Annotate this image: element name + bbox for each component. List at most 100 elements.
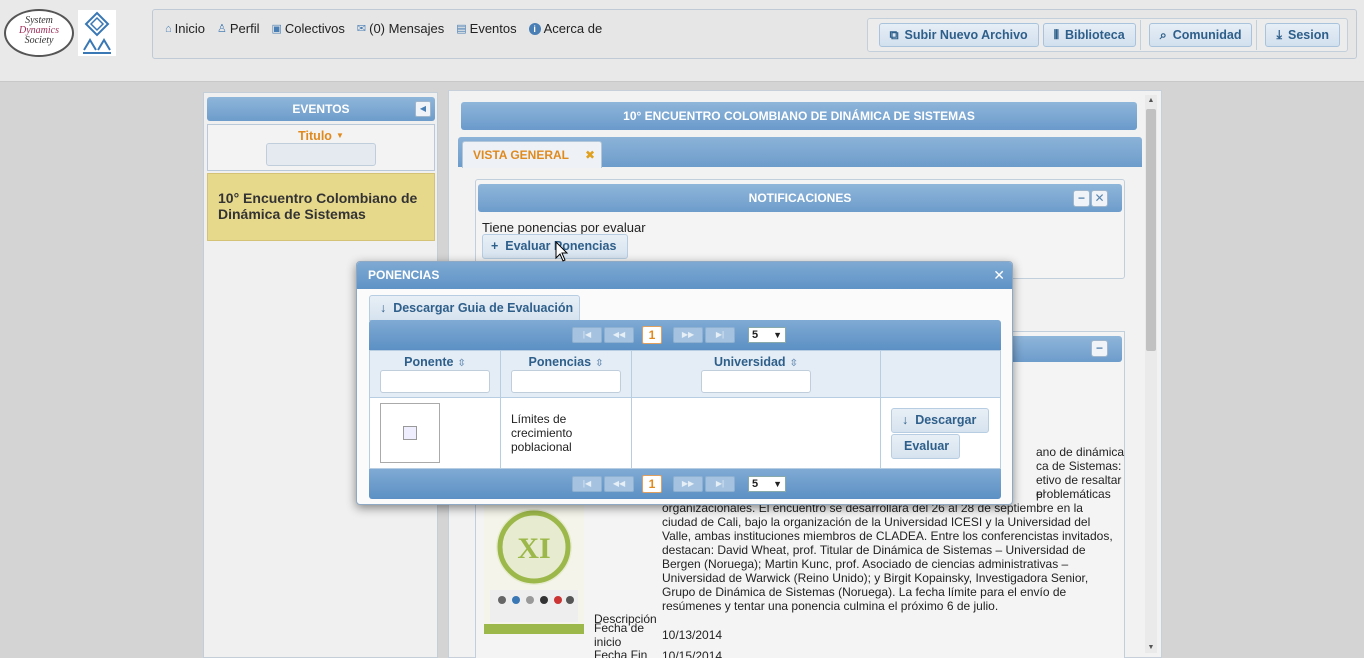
download-icon: ⤓ (1276, 27, 1282, 42)
page-number[interactable]: 1 (642, 326, 662, 344)
nav-inicio[interactable]: ⌂ Inicio (165, 21, 205, 36)
description-line: Valle, ambas instituciones miembros de C… (662, 529, 1113, 543)
evaluate-paper-button[interactable]: Evaluar (891, 434, 960, 459)
ponencias-dialog: PONENCIAS ✕ ↓ Descargar Guia de Evaluaci… (356, 261, 1013, 505)
event-poster-image: XI (484, 502, 584, 634)
first-page-icon[interactable]: |◀ (572, 476, 602, 492)
universidad-filter-input[interactable] (701, 370, 811, 393)
nav-colectivos[interactable]: ▣ Colectivos (272, 21, 345, 36)
nav-label: Perfil (229, 21, 260, 36)
column-header-universidad[interactable]: Universidad ⇳ (632, 351, 881, 398)
sort-title-header[interactable]: Titulo ▼ (208, 129, 434, 143)
notifications-header: NOTIFICACIONES − ✕ (478, 184, 1122, 212)
dialog-header: PONENCIAS ✕ (357, 262, 1012, 289)
rows-per-page-select[interactable]: 5 ▼ (748, 327, 786, 343)
start-date-value: 10/13/2014 (662, 628, 723, 642)
minimize-icon[interactable]: − (1091, 340, 1108, 357)
description-line: Grupo de Dinámica de Sistemas (Noruega).… (662, 585, 1067, 599)
last-page-icon[interactable]: ▶| (705, 327, 735, 343)
nav-label: Colectivos (284, 21, 345, 36)
library-icon: ⫴ (1053, 27, 1059, 42)
close-icon[interactable]: ✕ (993, 262, 1005, 289)
svg-text:XI: XI (517, 532, 550, 565)
notification-text: Tiene ponencias por evaluar (482, 220, 646, 235)
prev-page-icon[interactable]: ◀◀ (604, 327, 634, 343)
sidebar-item-event[interactable]: 10° Encuentro Colombiano de Dinámica de … (207, 173, 435, 241)
download-paper-button[interactable]: ↓ Descargar (891, 408, 989, 433)
next-page-icon[interactable]: ▶▶ (673, 327, 703, 343)
description-line: destacan: David Wheat, prof. Titular de … (662, 543, 1086, 557)
system-dynamics-society-logo[interactable]: System Dynamics Society (4, 9, 74, 57)
tab-bar: VISTA GENERAL ✖ (458, 137, 1142, 168)
button-label: Biblioteca (1064, 28, 1125, 42)
search-icon: ⌕ (1159, 27, 1167, 42)
nav-eventos[interactable]: ▤ Eventos (456, 21, 516, 36)
paginator-bottom: |◀ ◀◀ 1 ▶▶ ▶| 5 ▼ (369, 469, 1001, 499)
tab-label: VISTA GENERAL (473, 148, 570, 162)
universidad-cell (632, 398, 881, 470)
ponente-cell (370, 398, 501, 470)
dropdown-arrow-icon: ▼ (773, 330, 782, 340)
minimize-icon[interactable]: − (1073, 190, 1090, 207)
title-filter-input[interactable] (266, 143, 376, 166)
next-page-icon[interactable]: ▶▶ (673, 476, 703, 492)
rows-per-page-select[interactable]: 5 ▼ (748, 476, 786, 492)
sort-icon: ⇳ (457, 358, 466, 369)
scroll-thumb[interactable] (1146, 109, 1156, 351)
prev-page-icon[interactable]: ◀◀ (604, 476, 634, 492)
dropdown-arrow-icon: ▼ (773, 479, 782, 489)
ponente-filter-input[interactable] (380, 370, 490, 393)
nav-mensajes[interactable]: ✉ (0) Mensajes (357, 21, 444, 36)
panel-title: NOTIFICACIONES (748, 191, 852, 205)
button-label: Descargar Guia de Evaluación (393, 301, 574, 315)
column-header-ponencias[interactable]: Ponencias ⇳ (501, 351, 632, 398)
logo-line: Society (24, 35, 54, 46)
top-navbar: ⌂ Inicio ♙ Perfil ▣ Colectivos ✉ (0) Mensaje… (152, 9, 1357, 59)
sort-icon: ⇳ (789, 358, 798, 369)
column-label: Ponente (404, 355, 454, 369)
button-label: Evaluar (904, 439, 950, 453)
button-label: Comunidad (1172, 28, 1242, 42)
description-line: Bergen (Noruega); Martin Kunc, prof. Aso… (662, 557, 1069, 571)
mail-icon: ✉ (356, 23, 367, 35)
nav-perfil[interactable]: ♙ Perfil (217, 21, 260, 36)
home-icon: ⌂ (165, 22, 172, 35)
end-date-label: Fecha Fin (594, 648, 648, 658)
calendar-icon: ▤ (456, 23, 467, 35)
start-date-label: Fecha de inicio (594, 621, 645, 649)
author-photo (380, 403, 440, 463)
last-page-icon[interactable]: ▶| (705, 476, 735, 492)
sort-icon: ⇳ (595, 358, 604, 369)
collapse-left-icon[interactable]: ◀ (415, 101, 431, 117)
header: System Dynamics Society ⌂ Inicio ♙ Perfil … (0, 0, 1364, 82)
session-button[interactable]: ⤓ Sesion (1265, 23, 1340, 47)
nav-acerca[interactable]: i Acerca de (528, 21, 602, 36)
download-arrow-icon: ↓ (902, 413, 909, 427)
upload-button[interactable]: ⧉ Subir Nuevo Archivo (878, 23, 1039, 47)
page-number[interactable]: 1 (642, 475, 662, 493)
tab-vista-general[interactable]: VISTA GENERAL ✖ (462, 141, 602, 168)
scroll-down-icon[interactable]: ▼ (1145, 644, 1157, 651)
nav-label: Eventos (469, 21, 517, 36)
clad-logo[interactable] (78, 10, 116, 56)
column-header-ponente[interactable]: Ponente ⇳ (370, 351, 501, 398)
page-title: 10° ENCUENTRO COLOMBIANO DE DINÁMICA DE … (461, 102, 1137, 130)
divider (1139, 20, 1141, 50)
download-guide-button[interactable]: ↓ Descargar Guia de Evaluación (369, 295, 580, 321)
description-fragment: problemáticas (1036, 487, 1111, 501)
first-page-icon[interactable]: |◀ (572, 327, 602, 343)
ponencias-filter-input[interactable] (511, 370, 621, 393)
scroll-up-icon[interactable]: ▲ (1145, 97, 1157, 104)
close-icon[interactable]: ✕ (1091, 190, 1108, 207)
column-label: Ponencias (528, 355, 592, 369)
dialog-title: PONENCIAS (368, 268, 440, 282)
nav-label: (0) Mensajes (369, 21, 445, 36)
header-actions: ⧉ Subir Nuevo Archivo ⫴ Biblioteca ⌕ Comuni… (866, 18, 1348, 52)
divider (1256, 20, 1258, 50)
library-button[interactable]: ⫴ Biblioteca (1042, 23, 1136, 47)
community-button[interactable]: ⌕ Comunidad (1148, 23, 1253, 47)
scrollbar[interactable]: ▲ ▼ (1145, 95, 1157, 653)
plus-icon: + (491, 239, 499, 253)
group-icon: ▣ (271, 23, 282, 35)
close-tab-icon[interactable]: ✖ (585, 142, 595, 168)
